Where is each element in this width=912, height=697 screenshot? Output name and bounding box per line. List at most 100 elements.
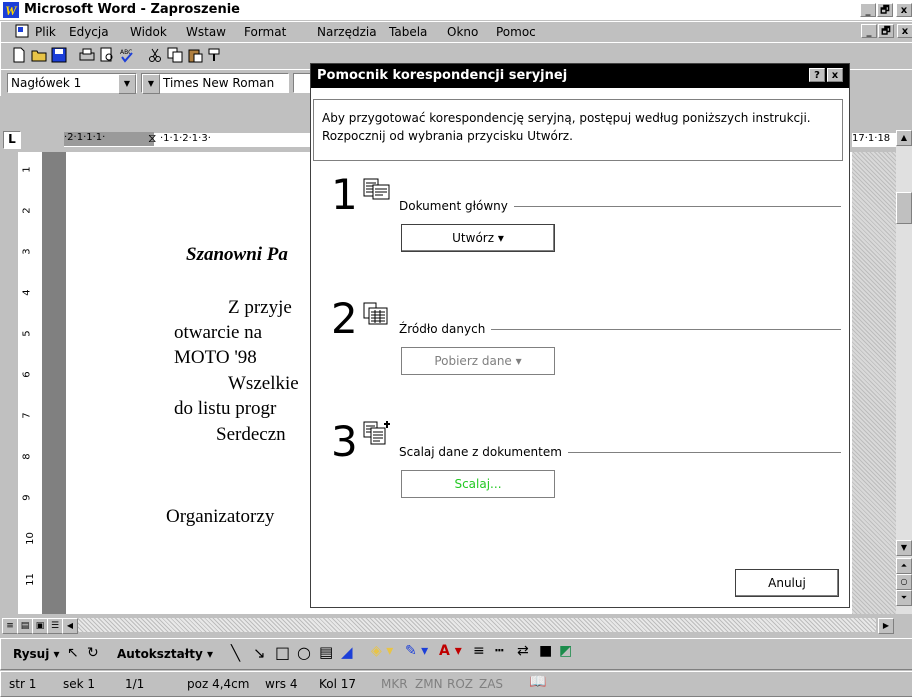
draw-menu-button[interactable]: Rysuj ▾ bbox=[13, 647, 60, 661]
menu-okno[interactable]: Okno bbox=[447, 25, 478, 39]
oval-tool-icon[interactable]: ○ bbox=[297, 643, 311, 662]
format-painter-icon[interactable] bbox=[207, 47, 223, 63]
horizontal-scrollbar[interactable]: ≡ ▤ ▣ ☰ ◀ ▶ bbox=[0, 614, 912, 636]
merge-icon bbox=[363, 420, 391, 449]
normal-view-icon[interactable]: ≡ bbox=[2, 618, 18, 634]
next-page-icon[interactable]: ⏷ bbox=[896, 590, 912, 606]
body-line: otwarcie na bbox=[174, 322, 263, 343]
chevron-down-icon[interactable]: ▼ bbox=[118, 74, 136, 94]
doc-close-button[interactable]: x bbox=[897, 24, 912, 38]
spelling-status-icon[interactable]: 📖 bbox=[529, 674, 546, 690]
status-mode-mkr[interactable]: MKR bbox=[381, 677, 408, 691]
browse-object-icon[interactable]: ○ bbox=[896, 574, 912, 590]
help-button[interactable]: ? bbox=[809, 68, 825, 82]
scroll-down-arrow-icon[interactable]: ▼ bbox=[896, 540, 912, 556]
free-rotate-icon[interactable]: ↻ bbox=[87, 645, 99, 661]
arrow-tool-icon[interactable]: ↘ bbox=[253, 644, 266, 662]
step-label: Dokument główny bbox=[399, 199, 514, 213]
select-objects-icon[interactable]: ↖ bbox=[67, 645, 79, 661]
status-page: str 1 bbox=[9, 677, 37, 691]
merge-button[interactable]: Scalaj... bbox=[401, 470, 555, 498]
cut-icon[interactable] bbox=[147, 47, 163, 63]
page-left-margin bbox=[42, 152, 66, 614]
text-box-icon[interactable]: ▤ bbox=[319, 643, 333, 661]
instructions-box: Aby przygotować korespondencję seryjną, … bbox=[313, 99, 843, 161]
save-icon[interactable] bbox=[51, 47, 67, 63]
autoshapes-label: Autokształty bbox=[117, 647, 203, 661]
online-layout-icon[interactable]: ▤ bbox=[17, 618, 33, 634]
tab-alignment-selector[interactable]: L bbox=[3, 131, 21, 149]
get-data-button[interactable]: Pobierz dane ▾ bbox=[401, 347, 555, 375]
status-line: wrs 4 bbox=[265, 677, 298, 691]
style-value: Nagłówek 1 bbox=[11, 76, 82, 90]
dialog-close-button[interactable]: x bbox=[827, 68, 843, 82]
page-layout-icon[interactable]: ▣ bbox=[32, 618, 48, 634]
create-button[interactable]: Utwórz ▾ bbox=[401, 224, 555, 252]
print-preview-icon[interactable] bbox=[99, 47, 115, 63]
line-color-icon[interactable]: ✎ ▾ bbox=[405, 643, 428, 659]
spelling-icon[interactable]: ABC bbox=[119, 47, 135, 63]
line-style-icon[interactable]: ≡ bbox=[473, 643, 485, 659]
menu-widok[interactable]: Widok bbox=[130, 25, 167, 39]
status-mode-zas[interactable]: ZAS bbox=[479, 677, 503, 691]
cancel-button[interactable]: Anuluj bbox=[735, 569, 839, 597]
vertical-scrollbar[interactable]: ▲ ▼ ⏶ ○ ⏷ bbox=[896, 130, 912, 614]
autoshapes-menu-button[interactable]: Autokształty ▾ bbox=[117, 647, 213, 661]
menu-edycja[interactable]: Edycja bbox=[69, 25, 109, 39]
previous-page-icon[interactable]: ⏶ bbox=[896, 558, 912, 574]
print-icon[interactable] bbox=[79, 47, 95, 63]
data-source-icon bbox=[363, 302, 389, 329]
scroll-left-arrow-icon[interactable]: ◀ bbox=[62, 618, 78, 634]
step-label: Scalaj dane z dokumentem bbox=[399, 445, 568, 459]
vertical-ruler-number: 5 bbox=[21, 330, 33, 337]
new-document-icon[interactable] bbox=[11, 47, 27, 63]
vertical-ruler-number: 11 bbox=[24, 573, 36, 586]
shadow-icon[interactable]: ■ bbox=[539, 643, 552, 659]
menu-pomoc[interactable]: Pomoc bbox=[496, 25, 536, 39]
doc-minimize-button[interactable]: _ bbox=[861, 24, 877, 38]
font-combobox[interactable]: Times New Roman ▼ bbox=[141, 73, 289, 94]
page-right-area bbox=[852, 152, 896, 614]
document-icon[interactable] bbox=[15, 24, 29, 38]
rectangle-tool-icon[interactable]: □ bbox=[275, 643, 290, 662]
line-tool-icon[interactable]: ╲ bbox=[231, 644, 240, 662]
ruler-margin-left: ·2·1·1·1· bbox=[64, 132, 154, 146]
copy-icon[interactable] bbox=[167, 47, 183, 63]
vertical-ruler[interactable]: 1 2 3 4 5 6 7 8 9 10 11 bbox=[18, 152, 42, 614]
menu-format[interactable]: Format bbox=[244, 25, 286, 39]
scroll-right-arrow-icon[interactable]: ▶ bbox=[878, 618, 894, 634]
open-folder-icon[interactable] bbox=[31, 47, 47, 63]
vertical-ruler-number: 8 bbox=[21, 453, 33, 460]
ruler-right-ticks: 17·1·18 bbox=[852, 133, 896, 147]
menu-wstaw[interactable]: Wstaw bbox=[186, 25, 226, 39]
menu-tabela[interactable]: Tabela bbox=[389, 25, 427, 39]
menu-plik[interactable]: Plik bbox=[35, 25, 56, 39]
status-mode-zmn[interactable]: ZMN bbox=[415, 677, 443, 691]
menu-narzedzia[interactable]: Narzędzia bbox=[317, 25, 377, 39]
status-mode-roz[interactable]: ROZ bbox=[447, 677, 473, 691]
close-window-button[interactable]: x bbox=[896, 3, 912, 17]
restore-button[interactable]: 🗗 bbox=[877, 3, 893, 17]
arrow-style-icon[interactable]: ⇄ bbox=[517, 643, 529, 659]
dash-style-icon[interactable]: ┅ bbox=[495, 643, 503, 659]
window-title: Microsoft Word - Zaproszenie bbox=[24, 2, 240, 17]
scrollbar-thumb[interactable] bbox=[896, 192, 912, 224]
minimize-button[interactable]: _ bbox=[860, 3, 876, 17]
vertical-ruler-number: 1 bbox=[21, 166, 33, 173]
doc-restore-button[interactable]: 🗗 bbox=[878, 24, 894, 38]
paste-icon[interactable] bbox=[187, 47, 203, 63]
indent-marker-icon[interactable]: ⧖ bbox=[148, 131, 156, 146]
body-line: Wszelkie bbox=[228, 373, 299, 394]
outline-view-icon[interactable]: ☰ bbox=[47, 618, 63, 634]
3d-icon[interactable]: ◩ bbox=[559, 643, 572, 659]
scroll-up-arrow-icon[interactable]: ▲ bbox=[896, 130, 912, 146]
font-color-icon[interactable]: A ▾ bbox=[439, 643, 462, 659]
fill-color-icon[interactable]: ◈ ▾ bbox=[371, 643, 393, 659]
scrollbar-track[interactable] bbox=[78, 618, 876, 632]
style-combobox[interactable]: Nagłówek 1 ▼ bbox=[7, 73, 137, 94]
wordart-icon[interactable]: ◢ bbox=[341, 643, 353, 661]
chevron-down-icon[interactable]: ▼ bbox=[142, 74, 160, 94]
vertical-ruler-number: 9 bbox=[21, 494, 33, 501]
status-column: Kol 17 bbox=[319, 677, 357, 691]
status-pages: 1/1 bbox=[125, 677, 145, 691]
